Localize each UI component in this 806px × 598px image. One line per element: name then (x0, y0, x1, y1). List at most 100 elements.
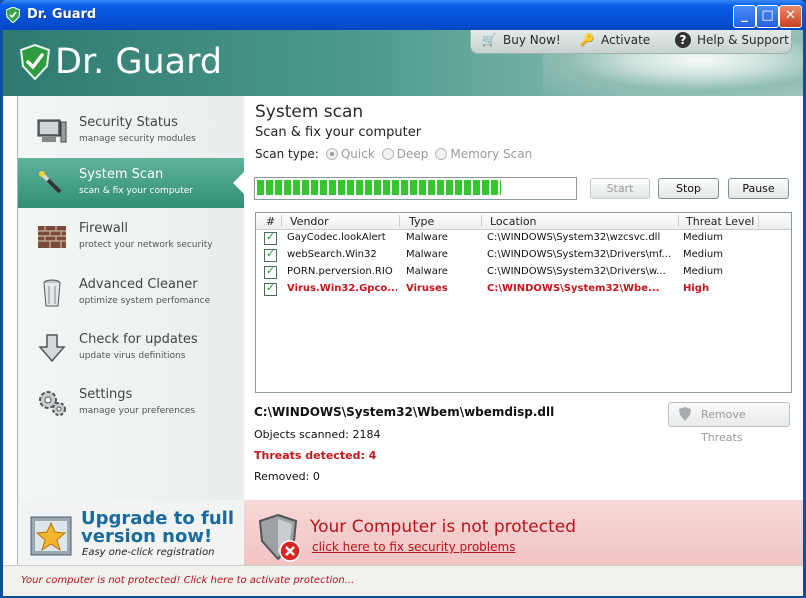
sidebar-item-settings[interactable]: Settings manage your preferences (18, 378, 244, 428)
logo-shield-icon (20, 44, 50, 80)
threats-table: # Vendor Type Location Threat Level GayC… (255, 212, 792, 393)
sidebar-item-title: System Scan (79, 167, 164, 182)
cell-type: Malware (406, 266, 448, 277)
column-header-type[interactable]: Type (409, 215, 434, 228)
scan-progress-bar (254, 177, 577, 200)
cell-location: C:\WINDOWS\System32\wzcsvc.dll (487, 232, 661, 243)
sidebar-item-firewall[interactable]: Firewall protect your network security (18, 212, 244, 262)
star-box-icon (30, 516, 72, 556)
scan-type-label: Scan type: (255, 147, 319, 161)
scan-type-deep-radio[interactable]: Deep (381, 147, 429, 161)
close-button[interactable]: ✕ (779, 5, 802, 28)
trash-icon (43, 279, 61, 307)
cell-threat-level: Medium (683, 232, 723, 243)
window-title: Dr. Guard (27, 7, 97, 22)
column-separator (758, 215, 759, 227)
sidebar: Security Status manage security modules … (17, 96, 246, 560)
column-header-threat-level[interactable]: Threat Level (686, 215, 754, 228)
column-separator (281, 215, 282, 227)
warning-title: Your Computer is not protected (310, 517, 577, 537)
radio-label: Quick (340, 147, 375, 161)
column-header-number[interactable]: # (266, 215, 275, 228)
cell-type: Viruses (406, 283, 448, 294)
radio-dot (381, 148, 394, 160)
main-panel: System scan Scan & fix your computer Sca… (244, 96, 803, 500)
computer-icon (37, 119, 67, 143)
cell-threat-level: High (683, 283, 710, 294)
sidebar-item-title: Advanced Cleaner (79, 277, 198, 292)
remove-threats-button[interactable]: Remove Threats (668, 402, 790, 444)
scan-wand-icon (39, 171, 62, 194)
row-checkbox[interactable] (264, 247, 277, 262)
column-header-location[interactable]: Location (490, 215, 537, 228)
table-row[interactable]: GayCodec.lookAlert Malware C:\WINDOWS\Sy… (256, 230, 791, 247)
sidebar-item-title: Check for updates (79, 332, 198, 347)
sidebar-item-subtitle: update virus definitions (79, 351, 186, 361)
cart-icon: 🛒 (481, 33, 497, 47)
table-row[interactable]: Virus.Win32.Gpco... Viruses C:\WINDOWS\S… (256, 281, 791, 298)
cell-vendor: GayCodec.lookAlert (287, 232, 386, 243)
sidebar-item-check-updates[interactable]: Check for updates update virus definitio… (18, 323, 244, 373)
sidebar-item-title: Security Status (79, 115, 178, 130)
sidebar-item-advanced-cleaner[interactable]: Advanced Cleaner optimize system perfoma… (18, 268, 244, 318)
fix-problems-link[interactable]: click here to fix security problems (312, 540, 515, 554)
warning-panel: Your Computer is not protected click her… (244, 500, 803, 565)
radio-dot (435, 148, 448, 160)
header-banner: Dr. Guard 🛒 Buy Now! 🔑 Activate ? Help &… (3, 30, 803, 96)
column-header-vendor[interactable]: Vendor (290, 215, 329, 228)
upgrade-title: Upgrade to full version now! (81, 508, 234, 547)
column-separator (399, 215, 400, 227)
title-bar[interactable]: Dr. Guard _ □ ✕ (0, 0, 806, 30)
removed-text: Removed: 0 (254, 470, 320, 483)
row-checkbox[interactable] (264, 264, 277, 279)
shield-icon (6, 7, 20, 23)
cell-vendor: PORN.perversion.RIO (287, 266, 393, 277)
table-row[interactable]: PORN.perversion.RIO Malware C:\WINDOWS\S… (256, 264, 791, 281)
pause-button[interactable]: Pause (728, 178, 789, 199)
stop-button[interactable]: Stop (658, 178, 719, 199)
sidebar-item-security-status[interactable]: Security Status manage security modules (18, 106, 244, 156)
sidebar-item-subtitle: manage security modules (79, 134, 196, 144)
cell-threat-level: Medium (683, 266, 723, 277)
row-checkbox[interactable] (264, 230, 277, 245)
radio-label: Memory Scan (450, 147, 533, 161)
cell-type: Malware (406, 232, 448, 243)
logo-text: Dr. Guard (55, 42, 223, 82)
start-button[interactable]: Start (590, 178, 650, 199)
status-bar[interactable]: Your computer is not protected! Click he… (3, 565, 803, 596)
gear-icon (39, 391, 66, 416)
help-support-link[interactable]: ? Help & Support (675, 32, 789, 48)
shield-icon (679, 407, 691, 421)
status-bar-text[interactable]: Your computer is not protected! Click he… (21, 575, 354, 586)
app-window: Dr. Guard _ □ ✕ Dr. Guard 🛒 Buy Now! 🔑 A… (0, 0, 806, 598)
cell-vendor: Virus.Win32.Gpco... (287, 283, 397, 294)
sidebar-item-title: Settings (79, 387, 133, 402)
table-header: # Vendor Type Location Threat Level (256, 213, 791, 230)
row-checkbox[interactable] (264, 281, 277, 296)
upgrade-panel[interactable]: Upgrade to full version now! Easy one-cl… (17, 500, 246, 565)
scan-type-quick-radio[interactable]: Quick (325, 147, 375, 161)
minimize-button[interactable]: _ (733, 5, 756, 28)
progress-fill (257, 180, 501, 195)
maximize-button[interactable]: □ (756, 5, 779, 28)
current-file-path: C:\WINDOWS\System32\Wbem\wbemdisp.dll (254, 405, 555, 419)
download-arrow-icon (38, 334, 66, 363)
sidebar-item-system-scan[interactable]: System Scan scan & fix your computer (18, 158, 245, 208)
buy-now-link[interactable]: 🛒 Buy Now! (481, 32, 561, 48)
sidebar-item-subtitle: optimize system perfomance (79, 296, 211, 306)
radio-label: Deep (396, 147, 429, 161)
shield-error-icon (258, 513, 301, 562)
cell-threat-level: Medium (683, 249, 723, 260)
client-area: Dr. Guard 🛒 Buy Now! 🔑 Activate ? Help &… (3, 30, 803, 596)
scan-type-memory-radio[interactable]: Memory Scan (435, 147, 532, 161)
key-icon: 🔑 (579, 33, 595, 47)
table-row[interactable]: webSearch.Win32 Malware C:\WINDOWS\Syste… (256, 247, 791, 264)
activate-link[interactable]: 🔑 Activate (579, 32, 651, 48)
objects-scanned-text: Objects scanned: 2184 (254, 428, 381, 441)
cell-location: C:\WINDOWS\System32\Wbe... (487, 283, 660, 294)
cell-vendor: webSearch.Win32 (287, 249, 377, 260)
sidebar-item-subtitle: protect your network security (79, 240, 213, 250)
upgrade-subtitle: Easy one-click registration (82, 547, 215, 558)
activate-label: Activate (601, 33, 651, 47)
sidebar-item-subtitle: scan & fix your computer (79, 186, 193, 196)
